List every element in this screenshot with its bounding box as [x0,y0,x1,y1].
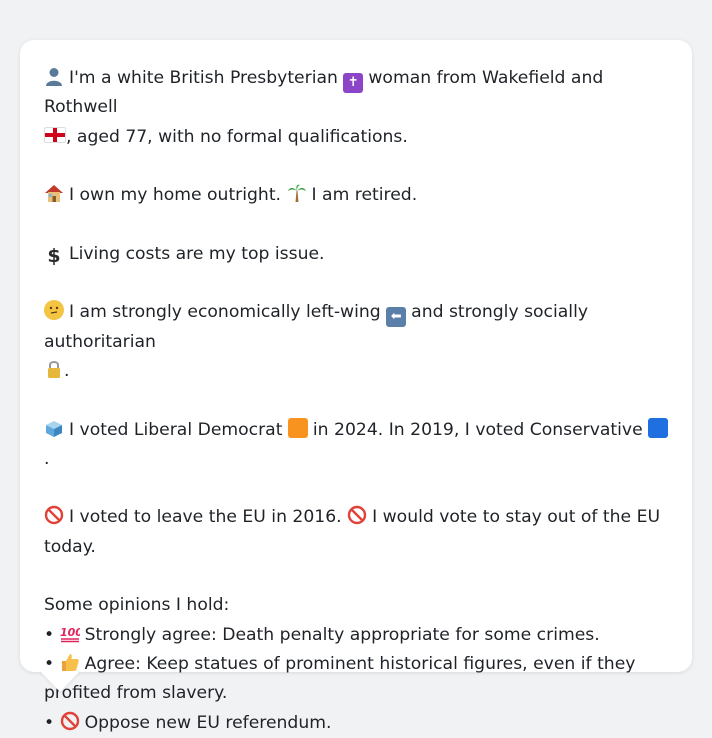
eu-paragraph: I voted to leave the EU in 2016. I would… [44,503,670,562]
opinion-item: • Agree: Keep statues of prominent histo… [44,652,636,704]
svg-text:100: 100 [60,626,80,639]
identity-text-1: I'm a white British Presbyterian [69,68,338,88]
opinion-prefix: Agree: [84,653,141,674]
home-paragraph: I own my home outright. I am retired. [44,181,670,210]
home-text: I own my home outright. [69,185,282,206]
dollar-icon: $ [47,244,61,267]
opinion-prefix: Oppose [84,712,151,733]
identity-text-3: , aged 77, with no formal qualifications… [66,126,408,147]
no-entry-icon [44,505,64,525]
opinion-prefix: Strongly agree: [84,624,217,645]
hundred-points-icon: 100 [60,623,80,643]
vote-paragraph: I voted Liberal Democrat in 2024. In 201… [44,416,670,475]
econ-text: I am strongly economically left-wing [69,302,381,323]
vote-end: . [44,448,50,469]
vote-text-2: in 2024. In 2019, I voted Conservative [312,419,643,440]
ballot-box-icon [44,418,64,438]
ideology-paragraph: I am strongly economically left-wing ⬅ an… [44,298,670,386]
blue-square-icon [648,417,669,438]
thinking-face-icon [44,300,64,321]
england-flag-icon [44,126,66,143]
retired-text: I am retired. [311,185,418,206]
identity-paragraph: I'm a white British Presbyterian ✝ woman … [44,64,670,152]
left-arrow-icon: ⬅ [386,307,407,328]
house-icon [44,183,64,203]
lock-icon [44,359,64,379]
message-bubble: I'm a white British Presbyterian ✝ woman … [20,40,692,733]
social-end: . [64,360,70,381]
opinion-text: new EU referendum. [155,712,332,733]
thumbs-up-icon [60,652,80,672]
issue-paragraph: $ Living costs are my top issue. [44,240,670,269]
opinions-heading: Some opinions I hold: [44,595,230,616]
no-entry-icon [347,505,367,525]
eu-text-1: I voted to leave the EU in 2016. [69,507,342,528]
latin-cross-icon: ✝ [343,73,364,93]
person-icon [44,66,64,86]
vote-text-1: I voted Liberal Democrat [69,419,283,440]
orange-square-icon [287,417,308,438]
opinion-item: • Oppose new EU referendum. [44,711,332,733]
no-entry-icon [60,711,80,731]
issue-text: Living costs are my top issue. [69,243,325,264]
bubble-tail [40,671,80,692]
opinion-item: • 100Strongly agree: Death penalty appro… [44,623,600,645]
palm-tree-icon [287,183,307,203]
opinion-text: Death penalty appropriate for some crime… [222,624,600,645]
